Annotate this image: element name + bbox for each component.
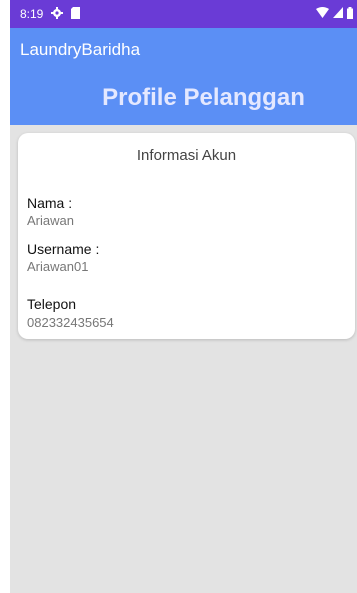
page-title: Profile Pelanggan	[102, 84, 305, 111]
username-label: Username :	[27, 241, 100, 257]
card-title: Informasi Akun	[136, 147, 237, 164]
battery-icon	[347, 6, 353, 22]
name-label: Nama :	[27, 195, 73, 211]
settings-icon	[51, 6, 64, 22]
name-value: Ariawan	[27, 213, 74, 228]
status-left: 8:19	[20, 6, 81, 22]
status-time: 8:19	[20, 7, 44, 21]
signal-icon	[333, 7, 343, 21]
sim-card-icon	[71, 6, 81, 22]
status-right	[316, 6, 353, 22]
status-bar: 8:19	[10, 0, 357, 28]
app-title: LaundryBaridha	[20, 39, 141, 59]
profile-header: Profile Pelanggan	[10, 71, 357, 125]
phone-screen: 8:19 LaundryBaridha Profile Pelanggan In…	[10, 0, 357, 593]
wifi-icon	[316, 7, 329, 21]
app-bar: LaundryBaridha	[10, 28, 357, 71]
account-info-card: Informasi Akun Nama : Ariawan Username :…	[18, 133, 355, 339]
phone-label: Telepon	[27, 296, 77, 312]
phone-value: 082332435654	[27, 315, 114, 330]
username-value: Ariawan01	[27, 259, 89, 274]
